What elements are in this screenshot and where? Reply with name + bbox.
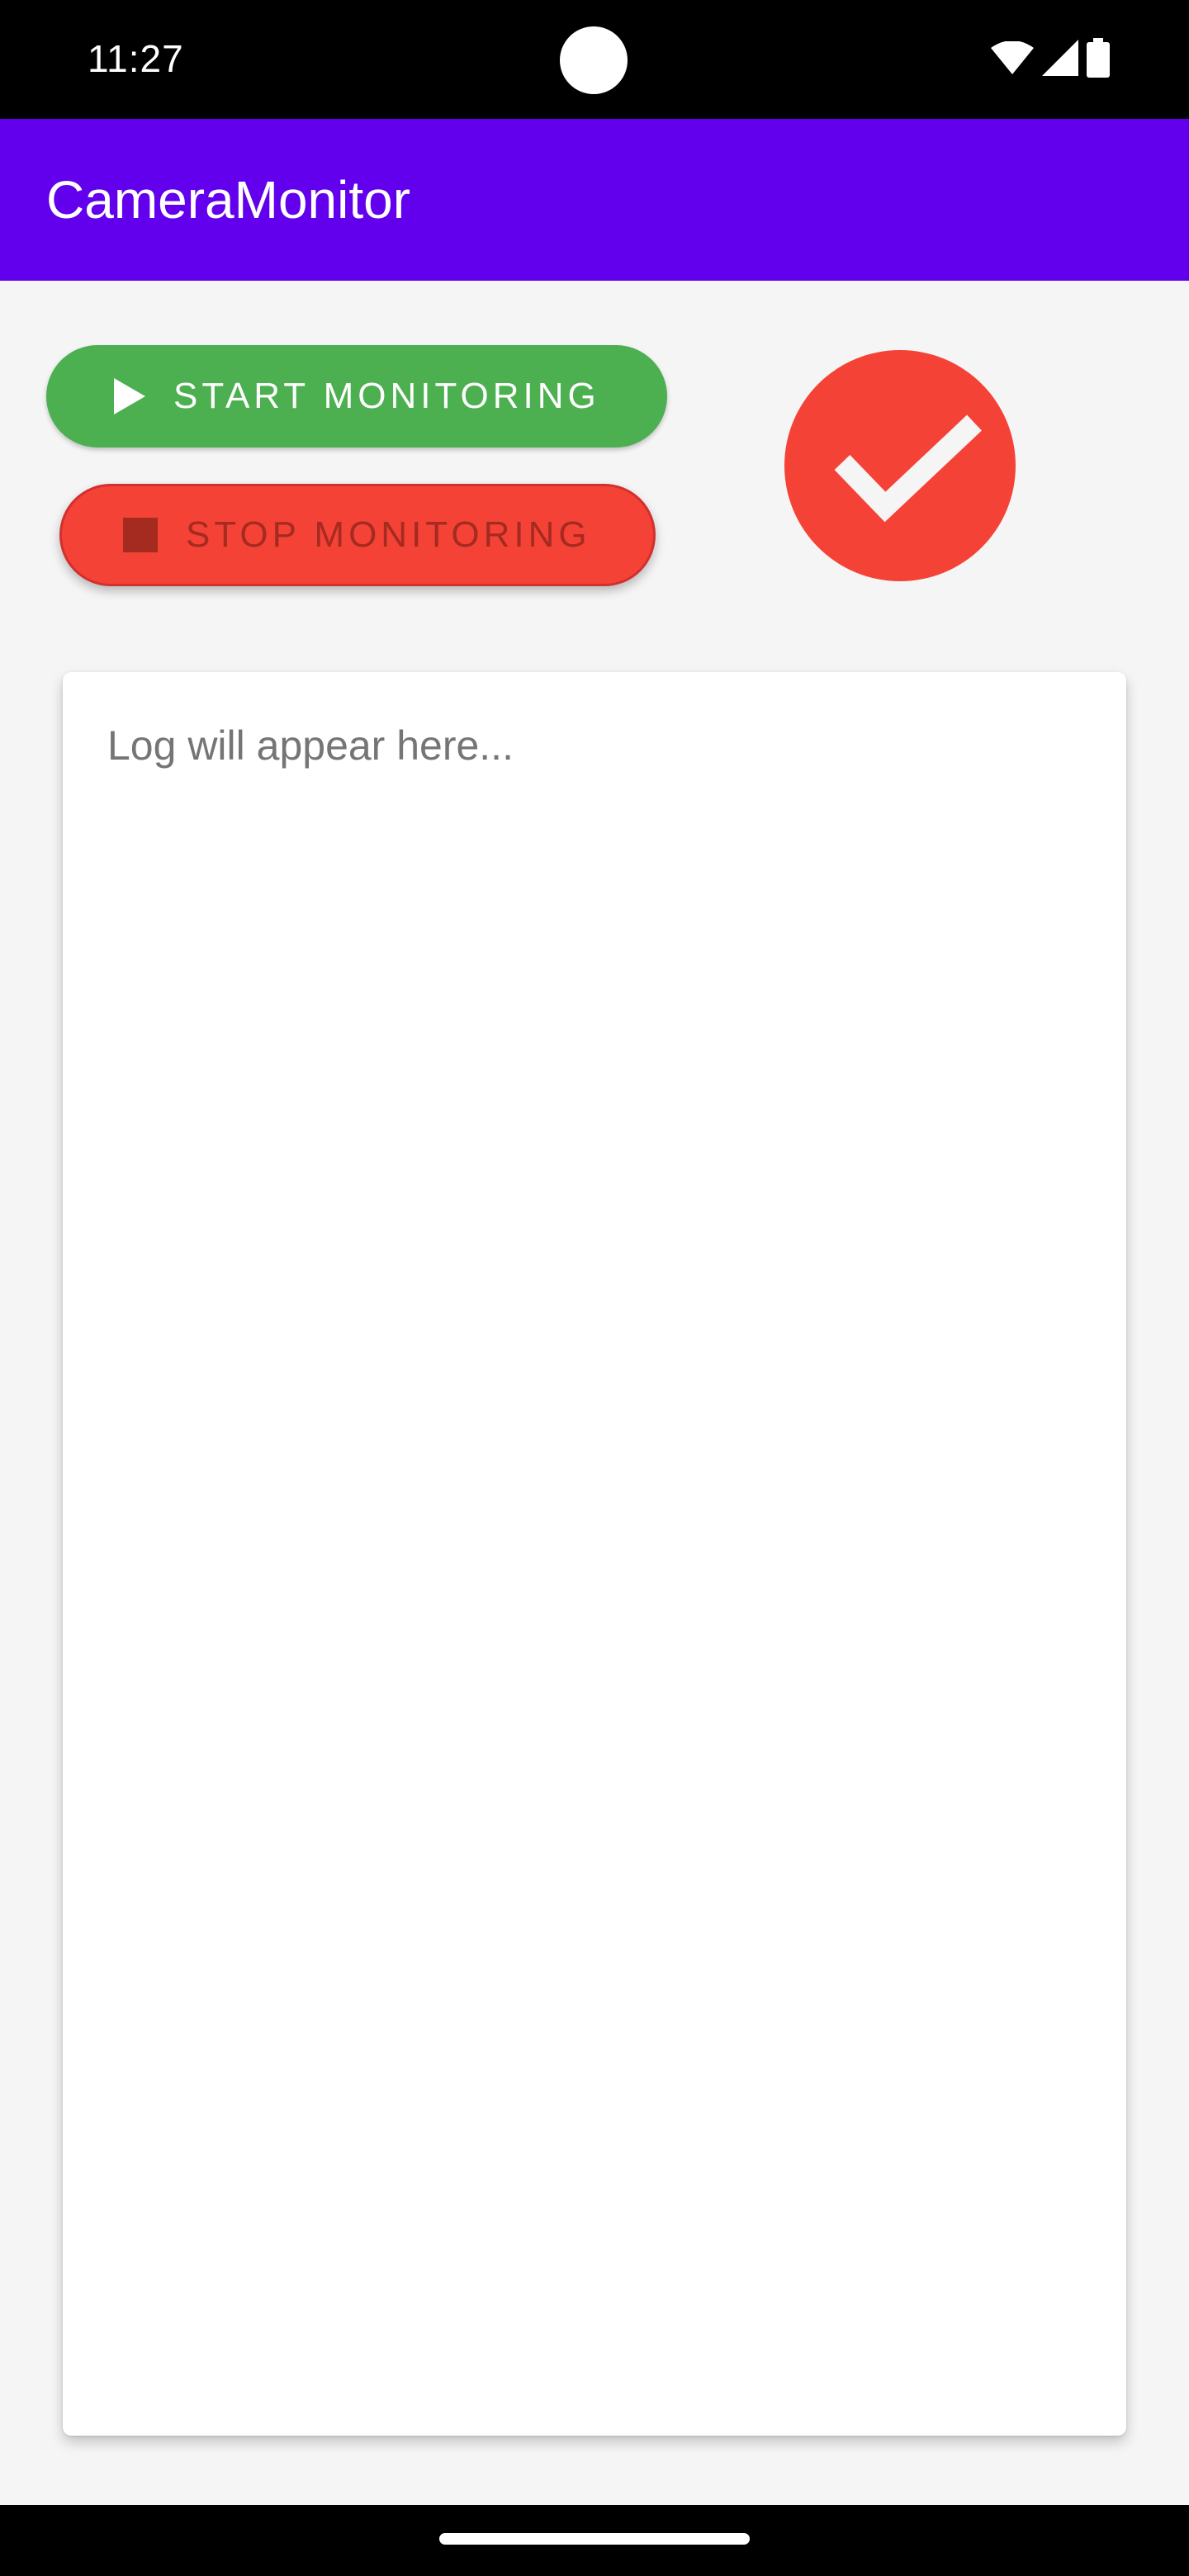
app-bar: CameraMonitor [0, 119, 1189, 281]
wifi-icon [991, 40, 1034, 78]
phone-screen: 11:27 CameraMonitor START MONITORING STO… [0, 0, 1189, 2576]
stop-monitoring-label: STOP MONITORING [186, 514, 591, 555]
log-panel[interactable]: Log will appear here... [63, 672, 1126, 2436]
checkmark-icon [817, 398, 983, 534]
navigation-bar [0, 2505, 1189, 2576]
status-indicator [784, 350, 1016, 581]
log-text: Log will appear here... [107, 722, 514, 769]
start-monitoring-button[interactable]: START MONITORING [46, 345, 667, 447]
app-title: CameraMonitor [46, 170, 411, 230]
status-time: 11:27 [88, 37, 184, 80]
status-icons [991, 37, 1110, 82]
main-content: START MONITORING STOP MONITORING Log wil… [0, 281, 1189, 2505]
start-monitoring-label: START MONITORING [173, 376, 600, 416]
stop-icon [123, 518, 158, 552]
home-gesture-handle[interactable] [439, 2533, 750, 2545]
play-icon [114, 378, 145, 414]
camera-cutout [560, 26, 628, 94]
status-bar: 11:27 [0, 0, 1189, 119]
cellular-signal-icon [1042, 39, 1078, 80]
battery-icon [1087, 37, 1110, 82]
stop-monitoring-button[interactable]: STOP MONITORING [59, 484, 656, 586]
